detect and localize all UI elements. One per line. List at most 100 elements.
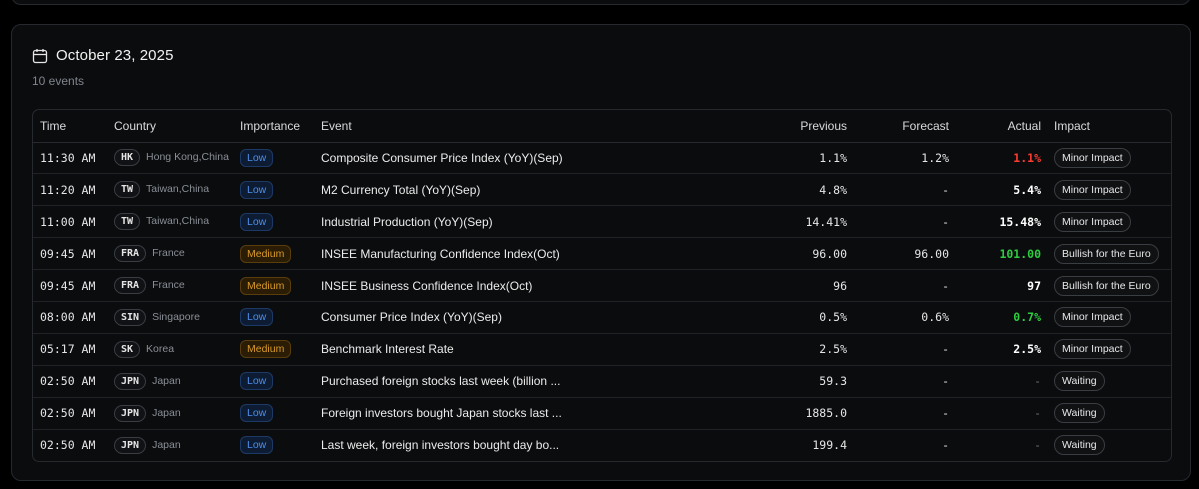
event-time: 09:45 AM [40, 278, 96, 293]
country-code-badge: FRA [114, 245, 147, 263]
forecast-value: 0.6% [921, 310, 949, 325]
table-row[interactable]: 11:20 AM TW Taiwan,China Low M2 Currency … [33, 173, 1171, 207]
importance-badge: Medium [240, 244, 292, 263]
event-name: Consumer Price Index (YoY)(Sep) [321, 310, 502, 325]
country-code-badge: SIN [114, 308, 147, 326]
col-header-importance: Importance [240, 110, 321, 143]
importance-badge: Medium [240, 340, 292, 359]
col-header-forecast: Forecast [847, 110, 949, 143]
country-code-badge: FRA [114, 277, 147, 294]
previous-value: 96 [833, 278, 847, 293]
col-header-impact: Impact [1041, 110, 1171, 143]
table-row[interactable]: 02:50 AM JPN Japan Low Purchased foreign … [33, 365, 1171, 398]
table-row[interactable]: 11:00 AM TW Taiwan,China Low Industrial P… [33, 205, 1171, 239]
impact-badge: Minor Impact [1054, 211, 1131, 232]
actual-value: 101.00 [999, 246, 1041, 261]
importance-badge: Low [240, 148, 274, 167]
col-spacer [571, 110, 751, 143]
previous-value: 1885.0 [805, 406, 847, 421]
impact-badge: Bullish for the Euro [1054, 275, 1159, 296]
row-spacer [571, 429, 751, 461]
country-name: France [152, 247, 185, 260]
forecast-value: - [942, 374, 949, 389]
table-row[interactable]: 11:30 AM HK Hong Kong,China Low Composite… [33, 142, 1171, 175]
date-title: October 23, 2025 [56, 47, 174, 64]
day-events-card: October 23, 2025 10 events Time Country … [11, 24, 1191, 481]
event-name: Purchased foreign stocks last week (bill… [321, 374, 561, 389]
previous-value: 0.5% [819, 310, 847, 325]
country-code-badge: SK [114, 340, 141, 358]
forecast-value: - [942, 214, 949, 229]
impact-badge: Waiting [1054, 403, 1105, 424]
importance-badge: Low [240, 372, 274, 391]
actual-value: 15.48% [999, 214, 1041, 229]
actual-value: 5.4% [1013, 182, 1041, 197]
table-row[interactable]: 09:45 AM FRA France Medium INSEE Manufact… [33, 237, 1171, 271]
event-name: Benchmark Interest Rate [321, 342, 454, 357]
impact-badge: Bullish for the Euro [1054, 243, 1159, 264]
event-time: 11:20 AM [40, 182, 96, 197]
actual-value: - [1034, 438, 1041, 453]
impact-badge: Waiting [1054, 371, 1105, 392]
forecast-value: - [942, 182, 949, 197]
event-time: 11:30 AM [40, 150, 96, 165]
country-name: Japan [152, 438, 181, 451]
event-time: 09:45 AM [40, 246, 96, 261]
forecast-value: - [942, 342, 949, 357]
table-header-row: Time Country Importance Event Previous F… [33, 110, 1171, 143]
country-code-badge: JPN [114, 372, 147, 390]
event-name: INSEE Manufacturing Confidence Index(Oct… [321, 246, 560, 261]
country-name: Taiwan,China [146, 215, 210, 228]
event-name: Composite Consumer Price Index (YoY)(Sep… [321, 150, 563, 165]
event-time: 02:50 AM [40, 406, 96, 421]
event-time: 05:17 AM [40, 342, 96, 357]
forecast-value: 1.2% [921, 150, 949, 165]
event-name: INSEE Business Confidence Index(Oct) [321, 278, 533, 293]
event-name: Foreign investors bought Japan stocks la… [321, 406, 562, 421]
table-row[interactable]: 02:50 AM JPN Japan Low Foreign investors … [33, 397, 1171, 430]
event-name: M2 Currency Total (YoY)(Sep) [321, 182, 481, 197]
country-code-badge: TW [114, 181, 141, 199]
actual-value: 1.1% [1013, 150, 1041, 165]
row-spacer [571, 333, 751, 366]
country-name: Korea [146, 342, 175, 355]
row-spacer [571, 269, 751, 302]
importance-badge: Low [240, 308, 274, 327]
importance-badge: Low [240, 180, 274, 199]
col-header-country: Country [114, 110, 240, 143]
event-time: 08:00 AM [40, 310, 96, 325]
forecast-value: 96.00 [914, 246, 949, 261]
col-header-time: Time [33, 110, 114, 143]
country-name: Japan [152, 406, 181, 419]
row-spacer [571, 237, 751, 271]
previous-value: 14.41% [805, 214, 847, 229]
event-time: 02:50 AM [40, 374, 96, 389]
table-row[interactable]: 02:50 AM JPN Japan Low Last week, foreign… [33, 429, 1171, 461]
event-name: Last week, foreign investors bought day … [321, 438, 560, 453]
country-name: Taiwan,China [146, 183, 210, 196]
impact-badge: Minor Impact [1054, 307, 1131, 328]
row-spacer [571, 173, 751, 207]
row-spacer [571, 365, 751, 398]
country-code-badge: TW [114, 213, 141, 231]
country-name: France [152, 279, 185, 291]
event-name: Industrial Production (YoY)(Sep) [321, 214, 493, 229]
forecast-value: - [942, 278, 949, 293]
table-row[interactable]: 09:45 AM FRA France Medium INSEE Business… [33, 269, 1171, 302]
forecast-value: - [942, 438, 949, 453]
previous-day-card [11, 0, 1191, 5]
calendar-icon [32, 48, 48, 63]
impact-badge: Minor Impact [1054, 179, 1131, 200]
country-code-badge: JPN [114, 436, 147, 454]
row-spacer [571, 397, 751, 430]
table-row[interactable]: 08:00 AM SIN Singapore Low Consumer Price… [33, 301, 1171, 334]
actual-value: - [1034, 374, 1041, 389]
country-name: Hong Kong,China [146, 151, 229, 164]
importance-badge: Medium [240, 276, 292, 295]
previous-value: 96.00 [812, 246, 847, 261]
previous-value: 59.3 [819, 374, 847, 389]
event-count: 10 events [32, 74, 85, 88]
importance-badge: Low [240, 436, 274, 455]
actual-value: 97 [1027, 278, 1041, 293]
table-row[interactable]: 05:17 AM SK Korea Medium Benchmark Intere… [33, 333, 1171, 366]
